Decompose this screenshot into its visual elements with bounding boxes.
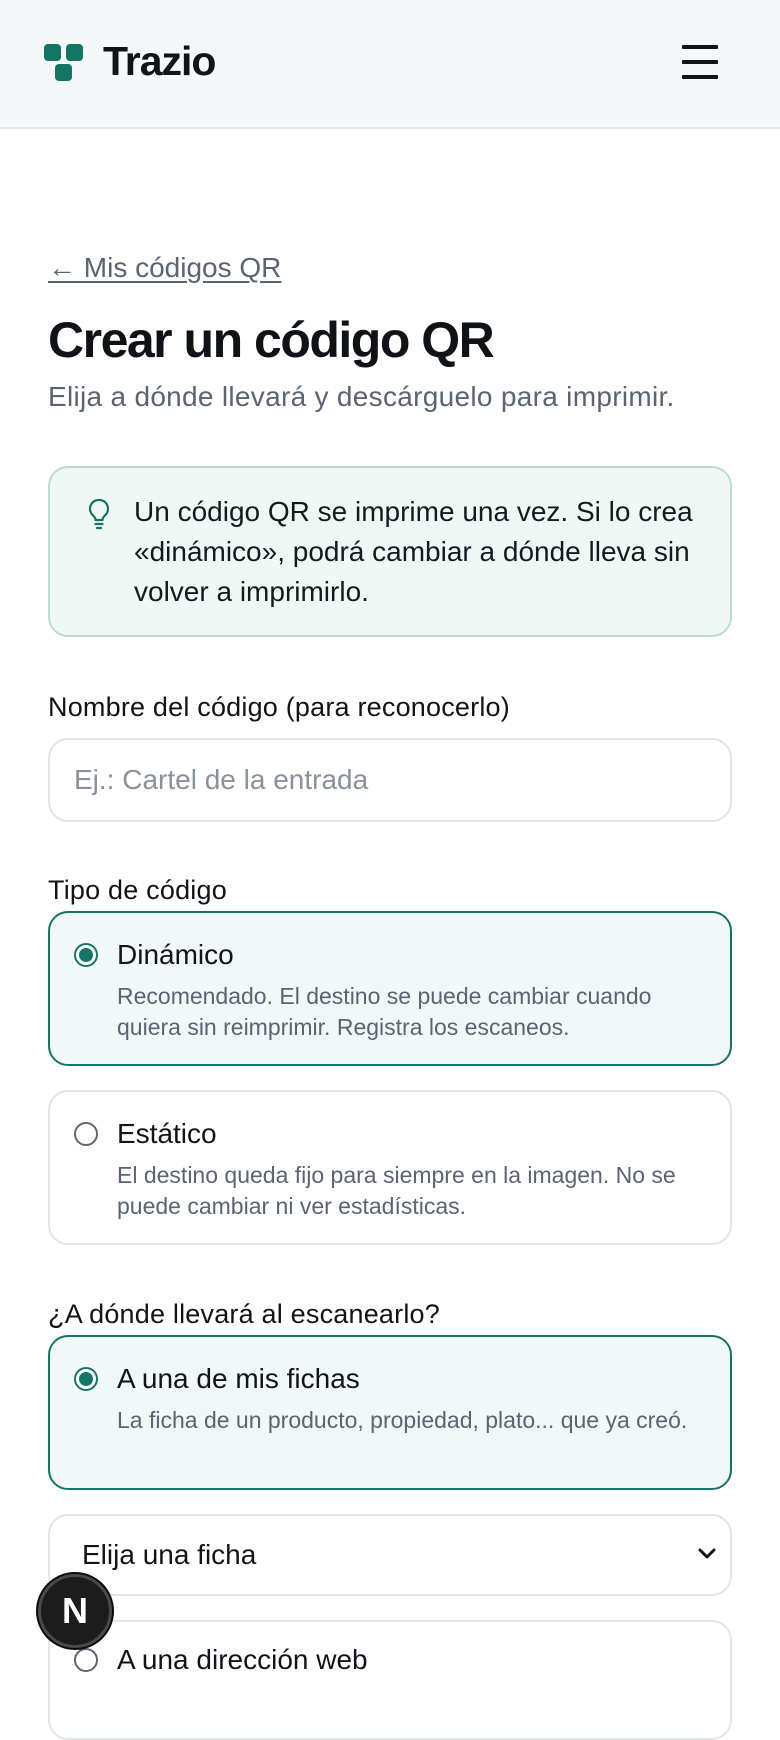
info-tip: Un código QR se imprime una vez. Si lo c… (48, 466, 732, 637)
brand-name[interactable]: Trazio (103, 38, 216, 85)
back-link[interactable]: ← Mis códigos QR (48, 252, 281, 284)
code-name-input[interactable] (48, 738, 732, 822)
option-title: A una dirección web (117, 1644, 368, 1675)
page-subtitle: Elija a dónde llevará y descárguelo para… (48, 381, 675, 412)
radio-dynamic[interactable] (74, 943, 98, 967)
dev-tools-badge[interactable]: N (38, 1574, 112, 1648)
name-field-label: Nombre del código (para reconocerlo) (48, 692, 510, 722)
listing-select[interactable]: Elija una ficha (48, 1514, 732, 1596)
option-web-address[interactable]: A una dirección web (48, 1620, 732, 1740)
option-my-listing[interactable]: A una de mis fichas La ficha de un produ… (48, 1335, 732, 1490)
option-title: Estático (117, 1118, 217, 1149)
option-title: Dinámico (117, 939, 234, 970)
option-static[interactable]: Estático El destino queda fijo para siem… (48, 1090, 732, 1245)
chevron-down-icon (698, 1548, 716, 1559)
option-description: El destino queda fijo para siempre en la… (117, 1162, 676, 1219)
destination-label: ¿A dónde llevará al escanearlo? (48, 1299, 440, 1329)
radio-web-address[interactable] (74, 1648, 98, 1672)
code-type-label: Tipo de código (48, 875, 227, 905)
option-title: A una de mis fichas (117, 1363, 360, 1394)
logo-icon[interactable] (44, 44, 86, 84)
radio-static[interactable] (74, 1122, 98, 1146)
page-title: Crear un código QR (48, 312, 495, 368)
option-dynamic[interactable]: Dinámico Recomendado. El destino se pued… (48, 911, 732, 1066)
top-bar: Trazio (0, 0, 780, 129)
dev-tools-letter: N (62, 1590, 88, 1631)
option-description: Recomendado. El destino se puede cambiar… (117, 983, 652, 1040)
radio-my-listing[interactable] (74, 1367, 98, 1391)
hamburger-menu-icon[interactable] (682, 45, 718, 81)
tip-text: Un código QR se imprime una vez. Si lo c… (134, 496, 693, 607)
listing-select-value: Elija una ficha (82, 1539, 257, 1570)
lightbulb-icon (88, 498, 110, 530)
option-description: La ficha de un producto, propiedad, plat… (117, 1407, 688, 1433)
